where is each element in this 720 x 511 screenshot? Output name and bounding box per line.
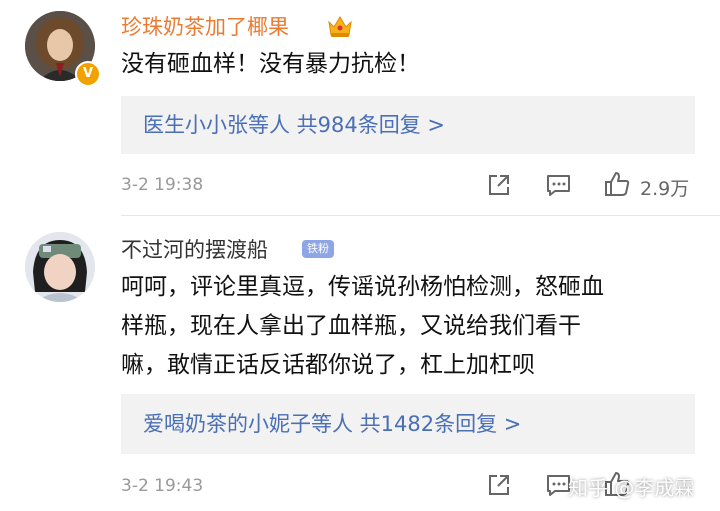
share-icon[interactable] <box>486 172 512 198</box>
like-count: 2.9万 <box>640 178 690 200</box>
share-icon[interactable] <box>486 472 512 498</box>
divider <box>121 215 720 216</box>
comment-content-line: 样瓶，现在人拿出了血样瓶，又说给我们看干 <box>121 313 581 339</box>
comment-icon[interactable] <box>545 173 572 198</box>
like-icon[interactable] <box>603 170 631 198</box>
fan-badge: 铁粉 <box>302 240 334 258</box>
comment-username[interactable]: 珍珠奶茶加了椰果 <box>121 11 289 41</box>
reply-summary[interactable]: 爱喝奶茶的小妮子等人 共1482条回复 > <box>121 394 695 454</box>
reply-summary[interactable]: 医生小小张等人 共984条回复 > <box>121 96 695 154</box>
comment-time: 3-2 19:43 <box>121 476 204 496</box>
comment-content-line: 呵呵，评论里真逗，传谣说孙杨怕检测，怒砸血 <box>121 274 604 300</box>
watermark: 知乎 @李成霖 <box>568 476 695 500</box>
comment-time: 3-2 19:38 <box>121 175 204 195</box>
comment-username[interactable]: 不过河的摆渡船 <box>121 234 268 264</box>
crown-icon <box>328 16 352 37</box>
verified-badge-icon: V <box>75 61 101 87</box>
avatar[interactable] <box>25 232 95 302</box>
comment-content: 没有砸血样！没有暴力抗检！ <box>121 51 420 77</box>
comment-content-line: 嘛，敢情正话反话都你说了，杠上加杠呗 <box>121 352 535 378</box>
